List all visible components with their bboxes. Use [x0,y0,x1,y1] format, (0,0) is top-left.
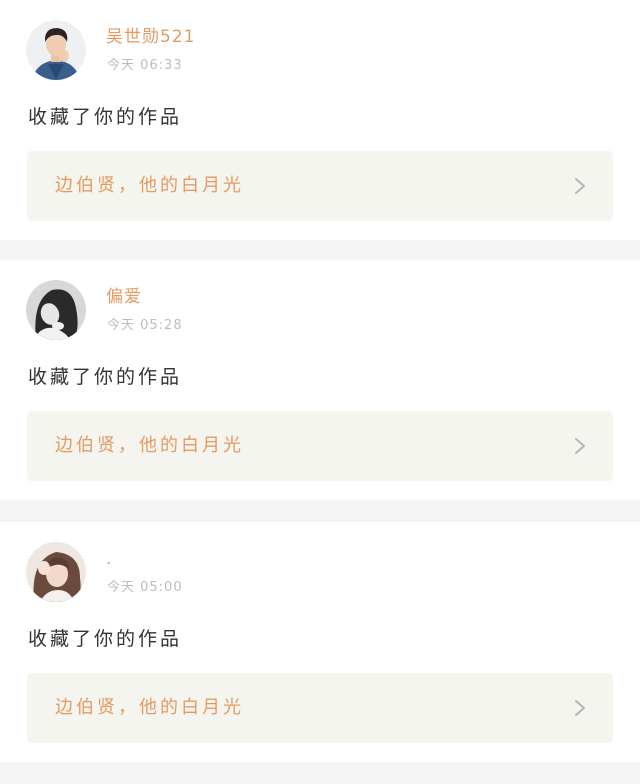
work-title: 边伯贤，他的白月光 [55,175,244,196]
timestamp: 今天 06:33 [107,58,183,73]
work-link[interactable]: 边伯贤，他的白月光 [27,673,613,743]
work-title: 边伯贤，他的白月光 [55,697,244,718]
action-text: 收藏了你的作品 [28,628,183,650]
work-title: 边伯贤，他的白月光 [55,435,244,456]
avatar[interactable] [26,542,86,602]
notification-card: . 今天 05:00 收藏了你的作品 边伯贤，他的白月光 [0,522,640,762]
avatar[interactable] [26,280,86,340]
user-avatar-icon [26,20,86,80]
chevron-right-icon [575,438,585,454]
action-text: 收藏了你的作品 [28,366,183,388]
username[interactable]: 偏爱 [106,286,142,308]
work-link[interactable]: 边伯贤，他的白月光 [27,151,613,221]
timestamp: 今天 05:00 [107,580,183,595]
action-text: 收藏了你的作品 [28,106,183,128]
notification-card: 偏爱 今天 05:28 收藏了你的作品 边伯贤，他的白月光 [0,260,640,500]
timestamp: 今天 05:28 [107,318,183,333]
user-avatar-icon [26,280,86,340]
notification-card: 吴世勋521 今天 06:33 收藏了你的作品 边伯贤，他的白月光 [0,0,640,240]
user-avatar-icon [26,542,86,602]
chevron-right-icon [575,700,585,716]
work-link[interactable]: 边伯贤，他的白月光 [27,411,613,481]
notification-feed: 吴世勋521 今天 06:33 收藏了你的作品 边伯贤，他的白月光 偏爱 今天 [0,0,640,784]
chevron-right-icon [575,178,585,194]
username[interactable]: 吴世勋521 [106,26,195,48]
avatar[interactable] [26,20,86,80]
username[interactable]: . [106,548,112,570]
